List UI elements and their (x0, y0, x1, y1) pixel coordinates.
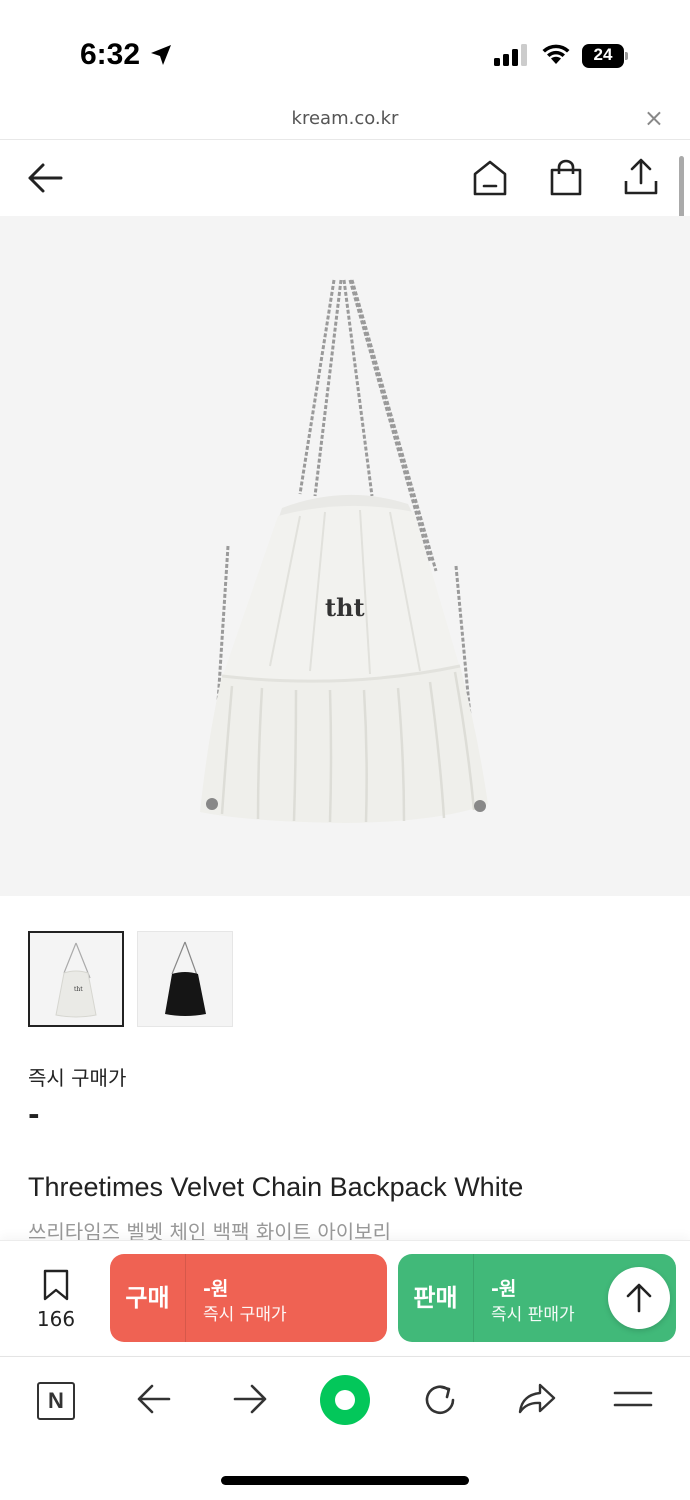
address-bar[interactable]: kream.co.kr × (0, 100, 690, 140)
close-icon[interactable]: × (644, 106, 664, 130)
instant-buy-price-label: 즉시 구매가 (28, 1066, 127, 1090)
status-time: 6:32 (80, 38, 141, 71)
buy-label: 구매 (110, 1254, 186, 1342)
wishlist-button[interactable]: 166 (28, 1269, 84, 1331)
home-icon[interactable] (472, 159, 508, 197)
reload-icon[interactable] (421, 1381, 459, 1419)
instant-buy-price-value: - (28, 1098, 40, 1131)
thumbnail-black[interactable] (137, 931, 233, 1027)
product-title: Threetimes Velvet Chain Backpack White (28, 1172, 524, 1202)
arrow-up-icon (626, 1283, 652, 1313)
white-backpack-illustration: tht (200, 279, 488, 823)
bag-logo-text: tht (325, 593, 365, 622)
svg-text:tht: tht (74, 986, 83, 993)
product-image[interactable]: tht (0, 216, 690, 896)
naver-home-button[interactable]: N (37, 1382, 75, 1420)
wishlist-count: 166 (36, 1307, 76, 1331)
battery-icon: 24 (582, 44, 628, 68)
url-text[interactable]: kream.co.kr (0, 108, 690, 129)
sell-button[interactable]: 판매 -원 즉시 판매가 (398, 1254, 676, 1342)
page-header (0, 141, 690, 216)
home-indicator[interactable] (221, 1476, 469, 1485)
share-icon[interactable] (623, 157, 659, 197)
status-bar: 6:32 24 (0, 0, 690, 100)
bookmark-icon (43, 1269, 69, 1301)
naver-green-dot-button[interactable] (320, 1375, 370, 1425)
sell-subtext: 즉시 판매가 (491, 1305, 575, 1325)
buy-price: -원 (203, 1278, 229, 1300)
browser-back-icon[interactable] (136, 1381, 172, 1417)
purchase-action-bar: 166 구매 -원 즉시 구매가 판매 -원 즉시 판매가 (0, 1240, 690, 1355)
cellular-signal-icon (494, 44, 527, 66)
buy-subtext: 즉시 구매가 (203, 1305, 287, 1325)
wifi-icon (542, 44, 570, 64)
back-arrow-icon[interactable] (26, 161, 64, 195)
sell-price: -원 (491, 1278, 517, 1300)
battery-level: 24 (593, 45, 613, 64)
shopping-bag-icon[interactable] (548, 159, 584, 197)
thumbnail-white[interactable]: tht (28, 931, 124, 1027)
location-arrow-icon (151, 45, 171, 65)
sell-label: 판매 (398, 1254, 474, 1342)
scroll-to-top-button[interactable] (608, 1267, 670, 1329)
menu-icon[interactable] (613, 1381, 653, 1417)
browser-share-icon[interactable] (516, 1381, 558, 1417)
browser-forward-icon[interactable] (232, 1381, 268, 1417)
buy-button[interactable]: 구매 -원 즉시 구매가 (110, 1254, 387, 1342)
